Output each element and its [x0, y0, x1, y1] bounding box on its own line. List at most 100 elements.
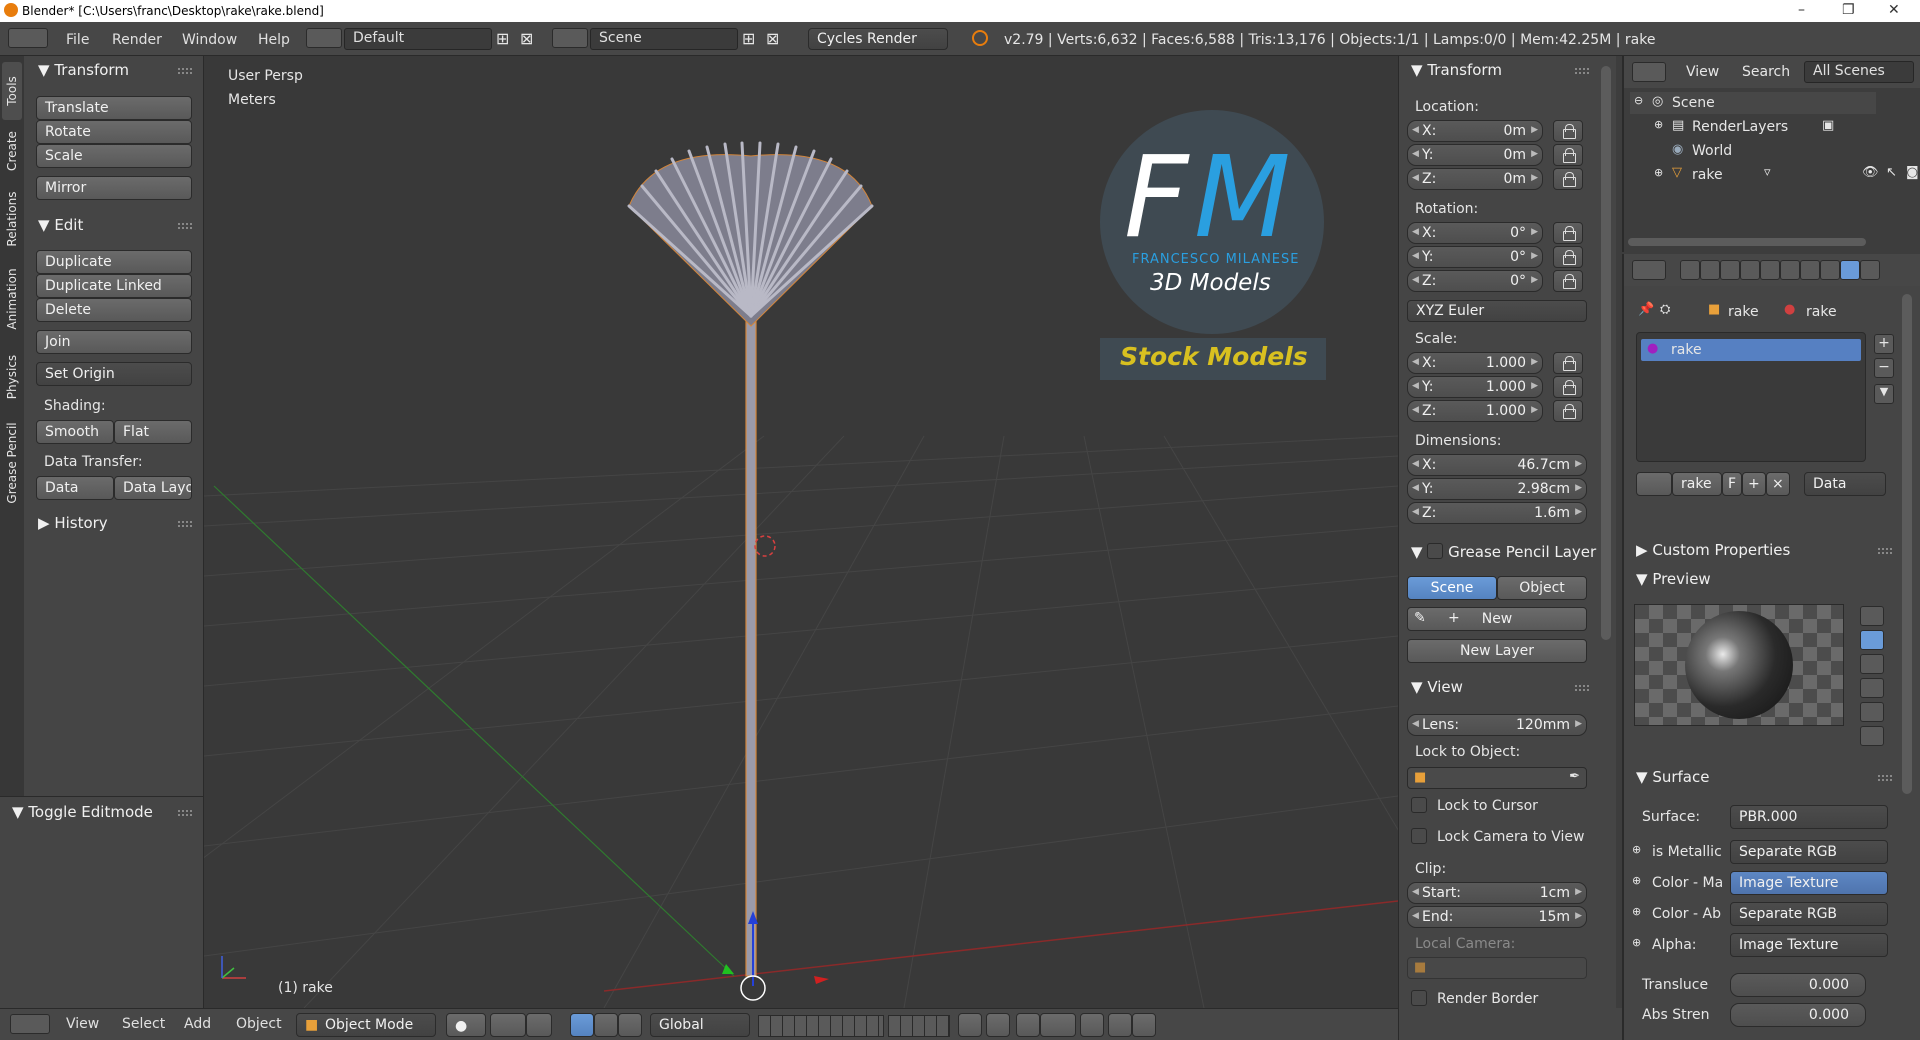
socket-input-dropdown[interactable]: Image Texture [1730, 933, 1888, 957]
preview-header[interactable]: ▼ Preview [1636, 570, 1711, 588]
scale-manipulator-button[interactable] [618, 1013, 642, 1037]
mesh-data-icon[interactable]: ▿ [1764, 165, 1771, 180]
material-slot-item[interactable]: ● rake [1641, 339, 1861, 361]
menu-select[interactable]: Select [122, 1016, 165, 1032]
tab-physics[interactable]: Physics [2, 344, 22, 410]
snap-toggle-icon[interactable] [1016, 1013, 1040, 1037]
rot-y-field[interactable]: ◀ Y: 0° ▶ [1407, 246, 1543, 268]
scene-icon[interactable] [552, 28, 588, 48]
layer-buttons[interactable] [758, 1015, 884, 1037]
world-tab-icon[interactable] [1740, 260, 1760, 280]
duplicate-button[interactable]: Duplicate [36, 250, 192, 274]
outliner-row-rake[interactable]: ⊕ ▽ rake ▿ 👁 ↖ ◙ [1630, 164, 1920, 186]
mirror-button[interactable]: Mirror [36, 176, 192, 200]
scl-y-field[interactable]: ◀ Y: 1.000 ▶ [1407, 376, 1543, 398]
lock-camera-checkbox[interactable] [1411, 828, 1427, 844]
gp-new-button[interactable]: ✎ + New [1407, 607, 1587, 631]
panel-grip-icon[interactable] [178, 521, 192, 527]
opengl-animation-icon[interactable] [1132, 1013, 1156, 1037]
np-transform-header[interactable]: ▼ Transform [1411, 61, 1502, 79]
edit-panel-header[interactable]: ▼ Edit [38, 216, 83, 234]
dim-x-field[interactable]: ◀ X: 46.7cm ▶ [1407, 454, 1587, 476]
outliner-view-menu[interactable]: View [1686, 64, 1719, 80]
render-border-checkbox[interactable] [1411, 990, 1427, 1006]
eyedropper-icon[interactable]: ✒ [1569, 769, 1580, 784]
np-view-header[interactable]: ▼ View [1411, 678, 1463, 696]
material-name-field[interactable]: rake [1672, 472, 1722, 496]
transform-orientation-dropdown[interactable]: Global [650, 1013, 750, 1037]
history-panel-header[interactable]: ▶ History [38, 514, 108, 532]
fake-user-button[interactable]: F [1722, 472, 1742, 496]
material-link-dropdown[interactable]: Data [1804, 472, 1886, 496]
pin-icon[interactable]: 📌 [1638, 302, 1654, 317]
np-scrollbar[interactable] [1601, 66, 1611, 640]
unlink-material-icon[interactable]: × [1766, 472, 1790, 496]
rot-x-field[interactable]: ◀ X: 0° ▶ [1407, 222, 1543, 244]
flat-button[interactable]: Flat [114, 420, 192, 444]
loc-y-lock-icon[interactable] [1553, 144, 1583, 166]
panel-grip-icon[interactable] [178, 68, 192, 74]
pivot-point-button[interactable] [490, 1013, 526, 1037]
menu-help[interactable]: Help [258, 32, 290, 48]
clip-start-field[interactable]: ◀ Start: 1cm ▶ [1407, 882, 1587, 904]
layer-buttons-2[interactable] [888, 1015, 950, 1037]
3d-viewport[interactable]: User Persp Meters (1) rake F M FRANCESCO… [204, 56, 1398, 1008]
scene-tab-icon[interactable] [1720, 260, 1740, 280]
outliner-row-scene[interactable]: ⊖ ◎ Scene [1630, 92, 1876, 114]
opengl-render-icon[interactable] [1108, 1013, 1132, 1037]
outliner-search-menu[interactable]: Search [1742, 64, 1790, 80]
join-button[interactable]: Join [36, 330, 192, 354]
add-slot-icon[interactable]: + [1874, 334, 1894, 354]
rake-model[interactable] [627, 141, 874, 977]
remove-scene-icon[interactable]: ⊠ [766, 29, 779, 48]
menu-render[interactable]: Render [112, 32, 162, 48]
menu-window[interactable]: Window [182, 32, 237, 48]
preview-hair-icon[interactable] [1860, 702, 1884, 722]
render-tab-icon[interactable] [1680, 260, 1700, 280]
tab-animation[interactable]: Animation [2, 258, 22, 342]
outliner-filter-dropdown[interactable]: All Scenes [1804, 61, 1914, 83]
manipulator-toggle-button[interactable] [526, 1013, 552, 1037]
data-tab-icon[interactable] [1820, 260, 1840, 280]
duplicate-linked-button[interactable]: Duplicate Linked [36, 274, 192, 298]
preview-sky-icon[interactable] [1860, 726, 1884, 746]
loc-x-lock-icon[interactable] [1553, 120, 1583, 142]
lens-field[interactable]: ◀ Lens: 120mm ▶ [1407, 714, 1587, 736]
layout-icon[interactable] [306, 28, 342, 48]
gp-object-button[interactable]: Object [1497, 576, 1587, 600]
socket-expand-icon[interactable]: ⊕ [1632, 874, 1641, 887]
minimize-button[interactable]: – [1798, 2, 1805, 18]
scl-z-field[interactable]: ◀ Z: 1.000 ▶ [1407, 400, 1543, 422]
tab-tools[interactable]: Tools [2, 62, 22, 120]
proportional-edit-icon[interactable] [986, 1013, 1010, 1037]
dim-z-field[interactable]: ◀ Z: 1.6m ▶ [1407, 502, 1587, 524]
snap-target-icon[interactable] [1080, 1013, 1104, 1037]
grease-pencil-header[interactable]: ▼ Grease Pencil Layer [1411, 543, 1596, 561]
maximize-button[interactable]: ❐ [1842, 2, 1855, 18]
visibility-eye-icon[interactable]: 👁 [1862, 165, 1879, 180]
data-transfer-button[interactable]: Data [36, 476, 114, 500]
expand-icon[interactable]: ⊕ [1654, 118, 1663, 131]
transluce-field[interactable]: 0.000 [1730, 973, 1866, 997]
modifiers-tab-icon[interactable] [1800, 260, 1820, 280]
editor-type-info-icon[interactable] [8, 28, 48, 48]
scl-x-field[interactable]: ◀ X: 1.000 ▶ [1407, 352, 1543, 374]
expand-icon[interactable]: ⊖ [1634, 94, 1643, 107]
slot-menu-icon[interactable]: ▼ [1874, 384, 1894, 404]
transform-panel-header[interactable]: ▼ Transform [38, 61, 129, 79]
socket-expand-icon[interactable]: ⊕ [1632, 936, 1641, 949]
add-layout-icon[interactable]: ⊞ [496, 29, 509, 48]
loc-z-lock-icon[interactable] [1553, 168, 1583, 190]
delete-button[interactable]: Delete [36, 298, 192, 322]
lock-object-field[interactable]: ■ ✒ [1407, 767, 1587, 789]
gp-scene-button[interactable]: Scene [1407, 576, 1497, 600]
preview-sphere-icon[interactable] [1860, 630, 1884, 650]
clip-end-field[interactable]: ◀ End: 15m ▶ [1407, 906, 1587, 928]
socket-expand-icon[interactable]: ⊕ [1632, 905, 1641, 918]
panel-grip-icon[interactable] [1575, 68, 1589, 74]
tab-relations[interactable]: Relations [2, 184, 22, 256]
rot-z-lock-icon[interactable] [1553, 270, 1583, 292]
loc-x-field[interactable]: ◀ X: 0m ▶ [1407, 120, 1543, 142]
local-camera-field[interactable]: ■ [1407, 957, 1587, 979]
toggle-editmode-header[interactable]: ▼ Toggle Editmode [12, 803, 153, 821]
